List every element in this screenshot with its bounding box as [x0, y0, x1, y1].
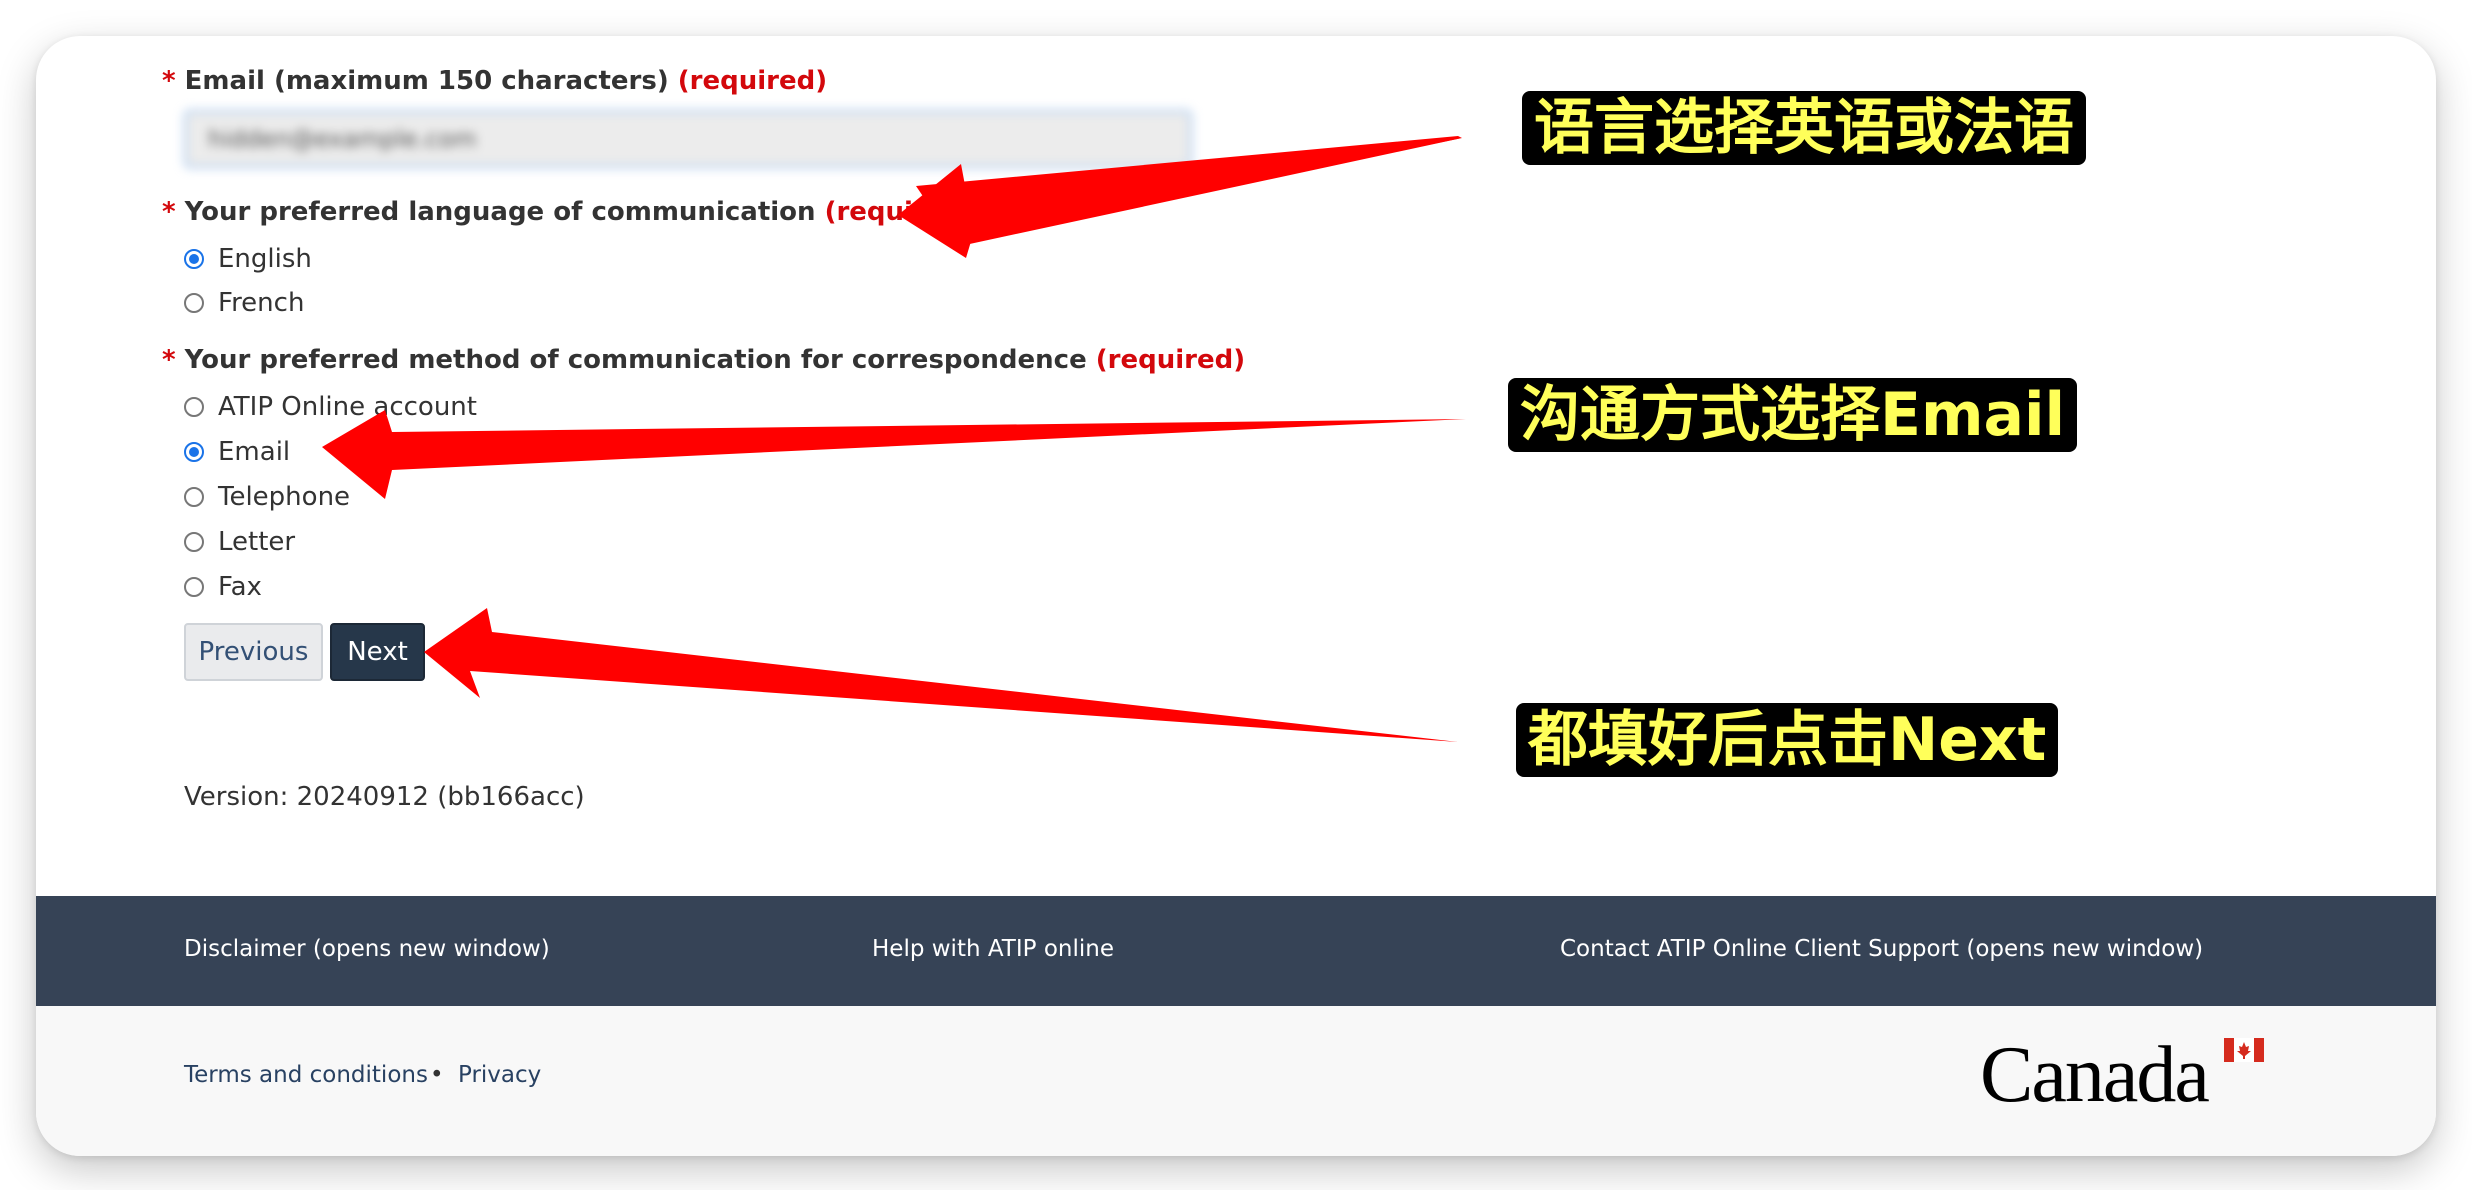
arrow-next — [424, 608, 1458, 742]
arrow-method — [322, 410, 1466, 499]
annotation-arrows — [322, 136, 1466, 742]
callout-language: 语言选择英语或法语 — [1522, 91, 2086, 165]
callout-next: 都填好后点击Next — [1516, 703, 2059, 777]
callout-method: 沟通方式选择Email — [1508, 378, 2078, 452]
